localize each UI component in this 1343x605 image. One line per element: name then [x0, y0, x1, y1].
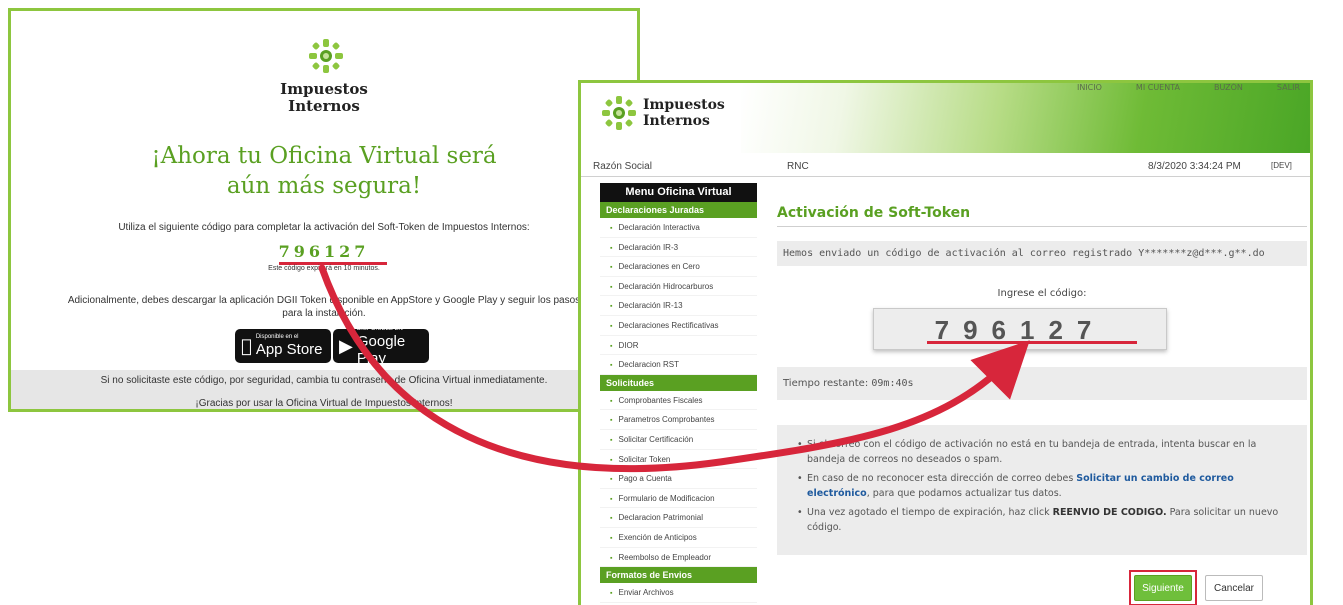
email-brand-line1: Impuestos	[280, 80, 368, 98]
next-button[interactable]: Siguiente	[1134, 575, 1192, 601]
menu-item-reembolso-empleador[interactable]: Reembolso de Empleador	[600, 548, 757, 568]
menu-item-declaracion-hidrocarburos[interactable]: Declaración Hidrocarburos	[600, 277, 757, 297]
time-remaining-label: Tiempo restante:	[783, 378, 872, 389]
nav-salir[interactable]: SALIR	[1277, 83, 1300, 92]
taxpayer-info-bar: Razón Social RNC 8/3/2020 3:34:24 PM [DE…	[581, 155, 1310, 177]
menu-section-formatos: Formatos de Envios	[600, 567, 757, 584]
impuestos-logo-icon	[602, 96, 636, 130]
menu-item-pago-a-cuenta[interactable]: Pago a Cuenta	[600, 469, 757, 489]
appstore-badge[interactable]:  Disponible en el App Store	[235, 329, 331, 363]
menu-item-formulario-modificacion[interactable]: Formulario de Modificacion	[600, 489, 757, 509]
time-remaining-value: 09m:40s	[871, 378, 914, 389]
time-remaining-bar: Tiempo restante: 09m:40s	[777, 367, 1307, 400]
nav-mi-cuenta[interactable]: MI CUENTA	[1136, 83, 1180, 92]
menu-item-declaraciones-rectificativas[interactable]: Declaraciones Rectificativas	[600, 316, 757, 336]
menu-item-exencion-anticipos[interactable]: Exención de Anticipos	[600, 528, 757, 548]
note-spam-text: Si el correo con el código de activación…	[807, 439, 1257, 465]
menu-section-solicitudes: Solicitudes	[600, 374, 757, 391]
header-banner	[741, 83, 1310, 153]
email-security-note: Si no solicitaste este código, por segur…	[100, 375, 548, 386]
resend-code-label: REENVIO DE CODIGO.	[1052, 507, 1167, 518]
sidebar-menu: Menu Oficina Virtual Declaraciones Jurad…	[600, 183, 757, 605]
menu-item-parametros-comprobantes[interactable]: Parametros Comprobantes	[600, 410, 757, 430]
menu-item-dior[interactable]: DIOR	[600, 336, 757, 356]
note-change-email-text: En caso de no reconocer esta dirección d…	[807, 473, 1077, 484]
menu-item-declaracion-rst[interactable]: Declaracion RST	[600, 355, 757, 375]
razon-social-label: Razón Social	[593, 161, 652, 172]
top-navigation: INICIO MI CUENTA BUZÓN SALIR	[1077, 83, 1300, 92]
email-footer: Si no solicitaste este código, por segur…	[11, 370, 637, 409]
code-input-label: Ingrese el código:	[997, 288, 1087, 299]
note-spam: Si el correo con el código de activación…	[797, 437, 1287, 467]
help-notes: Si el correo con el código de activación…	[777, 425, 1307, 555]
portal-brand-line1: Impuestos	[643, 97, 725, 113]
code-sent-message: Hemos enviado un código de activación al…	[777, 241, 1307, 266]
activation-email: Impuestos Internos ¡Ahora tu Oficina Vir…	[8, 8, 640, 412]
page-title: Activación de Soft-Token	[777, 205, 971, 221]
menu-item-comprobantes-fiscales[interactable]: Comprobantes Fiscales	[600, 391, 757, 411]
note-change-email: En caso de no reconocer esta dirección d…	[797, 471, 1287, 501]
googleplay-badge[interactable]: ▶ DISPONIBLE EN Google Play	[333, 325, 429, 367]
oficina-virtual-window: Impuestos Internos INICIO MI CUENTA BUZÓ…	[578, 80, 1313, 605]
email-download-note-line2: para la instalación.	[282, 308, 366, 319]
email-thanks: ¡Gracias por usar la Oficina Virtual de …	[195, 398, 453, 409]
portal-header: Impuestos Internos INICIO MI CUENTA BUZÓ…	[581, 83, 1310, 153]
menu-item-declaracion-patrimonial[interactable]: Declaracion Patrimonial	[600, 508, 757, 528]
nav-inicio[interactable]: INICIO	[1077, 83, 1102, 92]
title-divider	[777, 226, 1307, 227]
session-datetime: 8/3/2020 3:34:24 PM	[1148, 161, 1241, 172]
menu-item-declaracion-interactiva[interactable]: Declaración Interactiva	[600, 218, 757, 238]
email-intro-text: Utiliza el siguiente código para complet…	[118, 222, 530, 233]
portal-brand-line2: Internos	[643, 113, 710, 129]
rnc-label: RNC	[787, 161, 809, 172]
email-heading-line1: ¡Ahora tu Oficina Virtual será	[151, 143, 497, 169]
menu-item-declaracion-ir3[interactable]: Declaración IR-3	[600, 238, 757, 258]
menu-title: Menu Oficina Virtual	[600, 183, 757, 202]
nav-buzon[interactable]: BUZÓN	[1214, 83, 1243, 92]
googleplay-small-label: DISPONIBLE EN	[356, 325, 403, 332]
code-input-highlight	[927, 341, 1137, 344]
cancel-button[interactable]: Cancelar	[1205, 575, 1263, 601]
email-brand-line2: Internos	[288, 97, 360, 115]
menu-item-solicitar-token[interactable]: Solicitar Token	[600, 450, 757, 470]
menu-item-declaracion-ir13[interactable]: Declaración IR-13	[600, 296, 757, 316]
note-resend-text: Una vez agotado el tiempo de expiración,…	[807, 507, 1053, 518]
menu-item-enviar-archivos[interactable]: Enviar Archivos	[600, 583, 757, 603]
menu-section-declaraciones: Declaraciones Juradas	[600, 202, 757, 218]
appstore-big-label: App Store	[245, 341, 323, 358]
menu-item-declaraciones-cero[interactable]: Declaraciones en Cero	[600, 257, 757, 277]
email-download-note-line1: Adicionalmente, debes descargar la aplic…	[67, 295, 581, 306]
environment-badge: [DEV]	[1271, 161, 1292, 170]
menu-item-solicitar-certificacion[interactable]: Solicitar Certificación	[600, 430, 757, 450]
google-play-icon: ▶	[339, 335, 353, 357]
apple-icon: 	[241, 336, 252, 357]
note-change-email-tail: , para que podamos actualizar tus datos.	[866, 488, 1062, 499]
email-activation-code: 796127	[278, 242, 370, 261]
email-expiry-note: Este código expirará en 10 minutos.	[268, 265, 380, 272]
appstore-small-label: Disponible en el	[245, 334, 299, 340]
email-heading-line2: aún más segura!	[226, 173, 422, 199]
note-resend: Una vez agotado el tiempo de expiración,…	[797, 505, 1287, 535]
googleplay-big-label: Google Play	[356, 332, 406, 367]
impuestos-logo-icon	[309, 39, 343, 73]
